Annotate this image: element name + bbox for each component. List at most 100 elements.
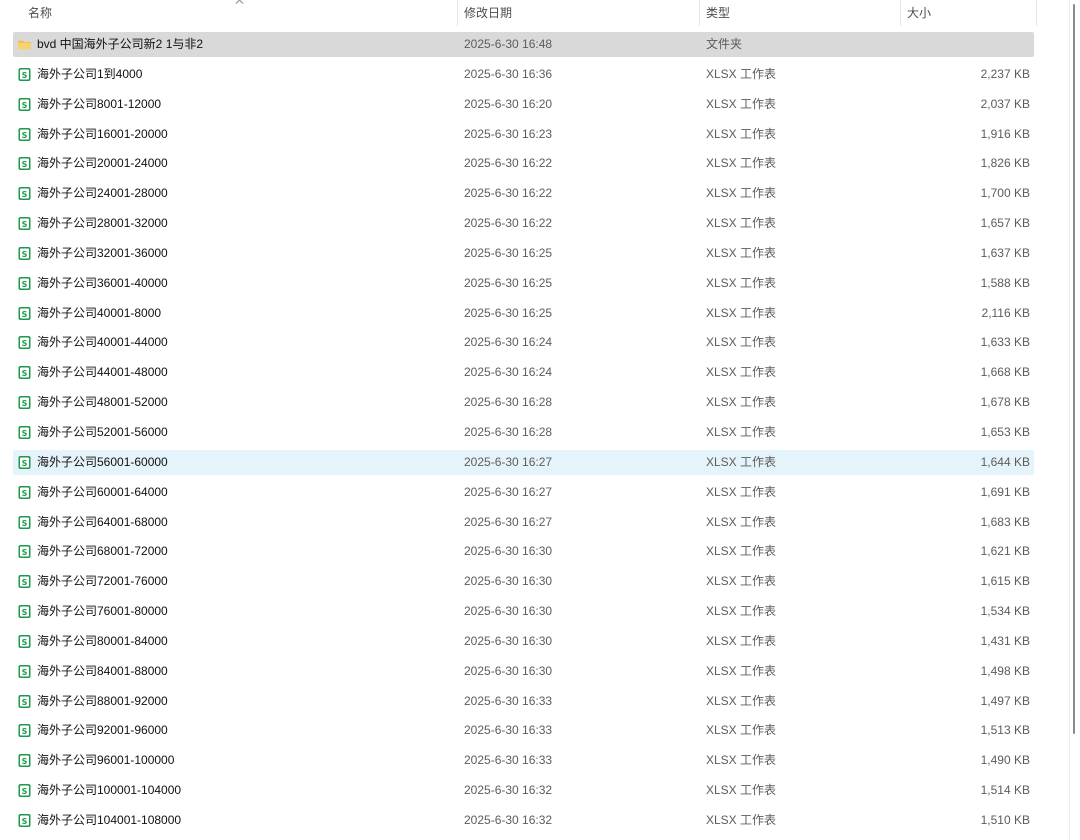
- file-size: 2,116 KB: [981, 305, 1030, 320]
- file-name: 海外子公司76001-80000: [37, 604, 168, 619]
- file-size: 1,534 KB: [980, 604, 1030, 619]
- file-row[interactable]: S 海外子公司84001-88000 2025-6-30 16:30 XLSX 工作表…: [0, 657, 1040, 687]
- file-modified-date: 2025-6-30 16:48: [464, 37, 553, 51]
- file-row[interactable]: S 海外子公司52001-56000 2025-6-30 16:28 XLSX 工作表…: [0, 418, 1040, 448]
- spreadsheet-icon: S: [18, 455, 31, 469]
- file-row[interactable]: S 海外子公司76001-80000 2025-6-30 16:30 XLSX 工作表…: [0, 597, 1040, 627]
- file-name: 海外子公司40001-8000: [37, 305, 162, 320]
- file-modified-date: 2025-6-30 16:30: [464, 663, 553, 678]
- file-name: 海外子公司96001-100000: [37, 753, 175, 768]
- file-row[interactable]: S 海外子公司72001-76000 2025-6-30 16:30 XLSX 工作表…: [0, 567, 1040, 597]
- file-name: 海外子公司100001-104000: [37, 783, 182, 798]
- file-type: XLSX 工作表: [706, 514, 777, 529]
- svg-text:S: S: [22, 160, 28, 169]
- file-type: XLSX 工作表: [706, 633, 777, 648]
- spreadsheet-icon: S: [18, 67, 31, 81]
- file-name: 海外子公司36001-40000: [37, 275, 168, 290]
- file-row[interactable]: S 海外子公司88001-92000 2025-6-30 16:33 XLSX 工作表…: [0, 687, 1040, 717]
- file-row[interactable]: S 海外子公司36001-40000 2025-6-30 16:25 XLSX 工作表…: [0, 269, 1040, 299]
- spreadsheet-icon: S: [18, 425, 31, 439]
- file-name: 海外子公司56001-60000: [37, 454, 168, 469]
- spreadsheet-icon: S: [18, 217, 31, 231]
- file-type: XLSX 工作表: [706, 335, 777, 350]
- file-row[interactable]: S 海外子公司56001-60000 2025-6-30 16:27 XLSX 工作表…: [0, 448, 1040, 478]
- file-size: 1,633 KB: [980, 335, 1030, 350]
- file-modified-date: 2025-6-30 16:22: [464, 216, 553, 231]
- spreadsheet-icon: S: [18, 187, 31, 201]
- file-modified-date: 2025-6-30 16:30: [464, 633, 553, 648]
- file-size: 1,668 KB: [980, 365, 1030, 380]
- file-size: 1,637 KB: [980, 245, 1030, 260]
- scrollbar-track: [1069, 0, 1070, 840]
- svg-text:S: S: [22, 548, 28, 557]
- file-row[interactable]: S 海外子公司28001-32000 2025-6-30 16:22 XLSX 工作表…: [0, 209, 1040, 239]
- file-modified-date: 2025-6-30 16:36: [464, 66, 553, 81]
- scrollbar-thumb[interactable]: [1073, 4, 1075, 734]
- column-divider[interactable]: [1036, 0, 1037, 26]
- file-row[interactable]: S 海外子公司24001-28000 2025-6-30 16:22 XLSX 工作表…: [0, 179, 1040, 209]
- spreadsheet-icon: S: [18, 664, 31, 678]
- file-modified-date: 2025-6-30 16:27: [464, 454, 553, 469]
- file-type: XLSX 工作表: [706, 484, 777, 499]
- svg-text:S: S: [22, 668, 28, 677]
- spreadsheet-icon: S: [18, 157, 31, 171]
- file-row[interactable]: S 海外子公司80001-84000 2025-6-30 16:30 XLSX 工作表…: [0, 627, 1040, 657]
- column-header-type[interactable]: 类型: [700, 0, 901, 26]
- spreadsheet-icon: S: [18, 784, 31, 798]
- file-row[interactable]: S 海外子公司104001-108000 2025-6-30 16:32 XLSX 工…: [0, 806, 1040, 836]
- file-type: XLSX 工作表: [706, 275, 777, 290]
- file-type: XLSX 工作表: [706, 454, 777, 469]
- file-name: 海外子公司16001-20000: [37, 126, 168, 141]
- file-size: 1,683 KB: [980, 514, 1030, 529]
- file-row[interactable]: S 海外子公司48001-52000 2025-6-30 16:28 XLSX 工作表…: [0, 388, 1040, 418]
- file-row[interactable]: S 海外子公司40001-44000 2025-6-30 16:24 XLSX 工作表…: [0, 328, 1040, 358]
- folder-icon: [18, 40, 31, 50]
- column-header-date[interactable]: 修改日期: [458, 0, 700, 26]
- file-row[interactable]: S 海外子公司96001-100000 2025-6-30 16:33 XLSX 工作…: [0, 746, 1040, 776]
- spreadsheet-icon: S: [18, 545, 31, 559]
- column-header-size-label: 大小: [907, 6, 932, 20]
- file-row[interactable]: S 海外子公司44001-48000 2025-6-30 16:24 XLSX 工作表…: [0, 358, 1040, 388]
- file-row[interactable]: S 海外子公司16001-20000 2025-6-30 16:23 XLSX 工作表…: [0, 120, 1040, 150]
- file-type: XLSX 工作表: [706, 753, 777, 768]
- svg-text:S: S: [22, 489, 28, 498]
- file-modified-date: 2025-6-30 16:32: [464, 783, 553, 798]
- svg-text:S: S: [22, 757, 28, 766]
- file-row[interactable]: S 海外子公司32001-36000 2025-6-30 16:25 XLSX 工作表…: [0, 239, 1040, 269]
- spreadsheet-icon: S: [18, 127, 31, 141]
- file-row[interactable]: S 海外子公司8001-12000 2025-6-30 16:20 XLSX 工作表 2…: [0, 90, 1040, 120]
- file-modified-date: 2025-6-30 16:32: [464, 812, 553, 827]
- spreadsheet-icon: S: [18, 276, 31, 290]
- spreadsheet-icon: S: [18, 246, 31, 260]
- file-name: 海外子公司64001-68000: [37, 514, 168, 529]
- spreadsheet-icon: S: [18, 485, 31, 499]
- svg-text:S: S: [22, 399, 28, 408]
- svg-text:S: S: [22, 220, 28, 229]
- spreadsheet-icon: S: [18, 694, 31, 708]
- file-row[interactable]: S 海外子公司68001-72000 2025-6-30 16:30 XLSX 工作表…: [0, 537, 1040, 567]
- file-row[interactable]: S 海外子公司64001-68000 2025-6-30 16:27 XLSX 工作表…: [0, 508, 1040, 538]
- file-type: XLSX 工作表: [706, 812, 777, 827]
- svg-text:S: S: [22, 190, 28, 199]
- sort-ascending-icon: [235, 0, 244, 4]
- file-modified-date: 2025-6-30 16:33: [464, 693, 553, 708]
- file-type: XLSX 工作表: [706, 186, 777, 201]
- svg-text:S: S: [22, 71, 28, 80]
- file-row[interactable]: S 海外子公司40001-8000 2025-6-30 16:25 XLSX 工作表 2…: [0, 299, 1040, 329]
- file-row[interactable]: S 海外子公司92001-96000 2025-6-30 16:33 XLSX 工作表…: [0, 716, 1040, 746]
- file-row[interactable]: S 海外子公司1到4000 2025-6-30 16:36 XLSX 工作表 2,237…: [0, 60, 1040, 90]
- spreadsheet-icon: S: [18, 396, 31, 410]
- file-name: 海外子公司48001-52000: [37, 395, 168, 410]
- svg-text:S: S: [22, 459, 28, 468]
- column-header-size[interactable]: 大小: [901, 0, 1037, 26]
- file-type: XLSX 工作表: [706, 395, 777, 410]
- svg-text:S: S: [22, 339, 28, 348]
- file-name: 海外子公司92001-96000: [37, 723, 168, 738]
- vertical-scrollbar[interactable]: [1066, 0, 1080, 840]
- svg-text:S: S: [22, 638, 28, 647]
- file-row[interactable]: S 海外子公司100001-104000 2025-6-30 16:32 XLSX 工…: [0, 776, 1040, 806]
- file-row[interactable]: S 海外子公司20001-24000 2025-6-30 16:22 XLSX 工作表…: [0, 149, 1040, 179]
- folder-row[interactable]: bvd 中国海外子公司新2 1与非2 2025-6-30 16:48 文件夹: [0, 30, 1040, 60]
- file-row[interactable]: S 海外子公司60001-64000 2025-6-30 16:27 XLSX 工作表…: [0, 478, 1040, 508]
- column-header-date-label: 修改日期: [464, 6, 513, 20]
